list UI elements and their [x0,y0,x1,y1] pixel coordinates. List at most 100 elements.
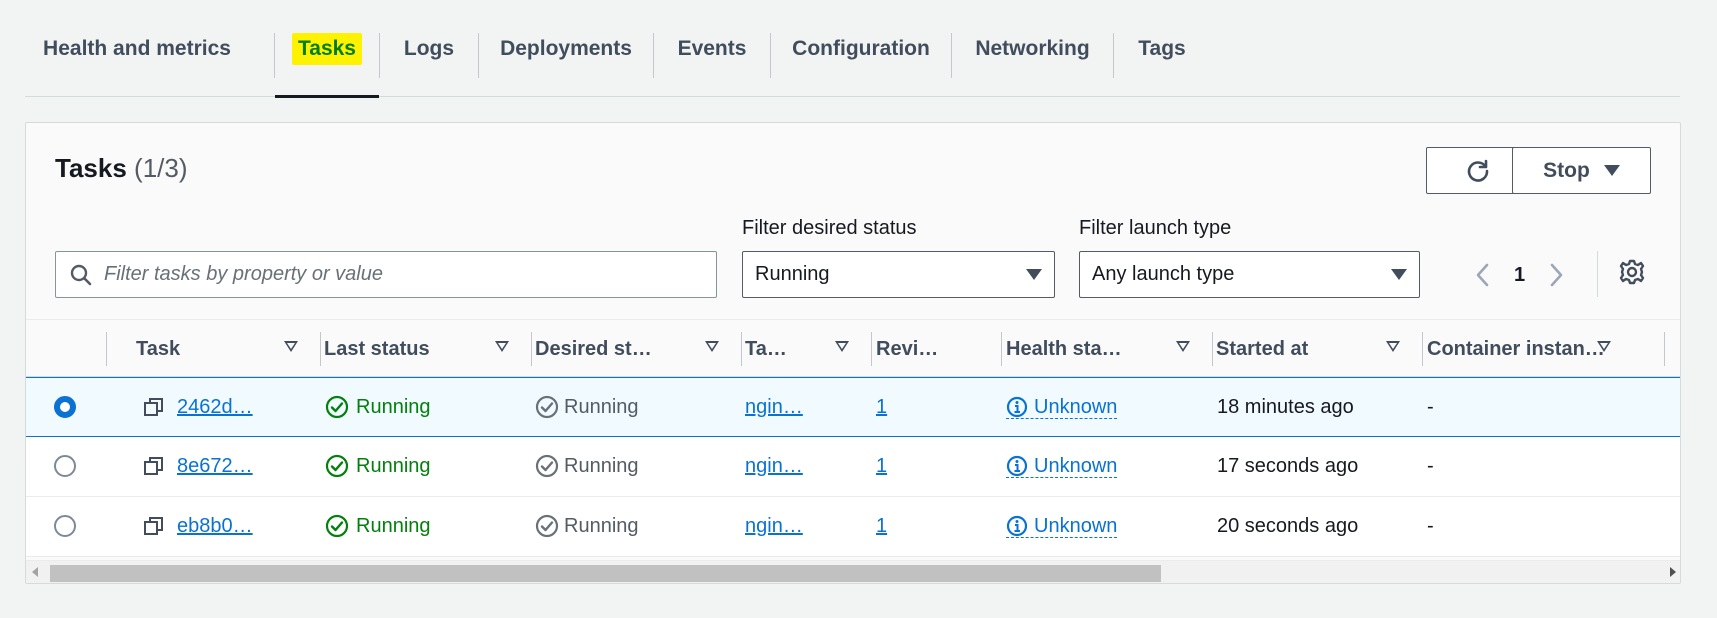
started-at-text: 18 minutes ago [1217,395,1354,418]
filter-launch-select[interactable]: Any launch type [1079,251,1420,298]
column-divider [106,332,107,366]
revision-link[interactable]: 1 [876,455,887,478]
filter-status-select[interactable]: Running [742,251,1055,298]
panel-title-count: (1/3) [134,153,188,183]
column-header-health-status[interactable]: Health sta… [1006,320,1212,378]
tab-configuration[interactable]: Configuration [771,0,951,97]
task-definition-link[interactable]: ngin… [745,396,803,419]
horizontal-scrollbar[interactable] [26,560,1680,583]
table-row[interactable]: 8e672… Running Running ngin… 1 Unknown 1… [26,437,1680,497]
filter-launch-label: Filter launch type [1079,217,1232,239]
column-header-started-at[interactable]: Started at [1216,320,1422,378]
filter-status-label: Filter desired status [742,217,917,239]
health-status-popover[interactable]: Unknown [1006,455,1118,478]
chevron-right-icon[interactable] [1547,262,1565,288]
column-header-revision[interactable]: Revi… [876,320,1001,378]
health-status-popover[interactable]: Unknown [1006,395,1118,419]
tab-deployments[interactable]: Deployments [479,0,653,97]
tab-label: Configuration [792,36,930,60]
tasks-panel: Tasks (1/3) Stop Filter desired status R… [25,122,1681,584]
scrollbar-thumb[interactable] [50,565,1161,582]
column-header-task[interactable]: Task [136,320,320,378]
tab-label: Tags [1138,36,1186,60]
container-instance-text: - [1427,454,1434,477]
tab-networking[interactable]: Networking [952,0,1113,97]
revision-cell: 1 [876,378,887,436]
row-select-radio[interactable] [54,396,76,418]
column-divider [741,332,742,366]
column-header-desired-status[interactable]: Desired st… [535,320,741,378]
revision-cell: 1 [876,497,887,555]
column-divider [1664,332,1665,366]
task-cell: eb8b0… [143,497,253,555]
search-icon [70,264,92,285]
page-number[interactable]: 1 [1514,264,1525,287]
tab-bar: Health and metrics Tasks Logs Deployment… [25,0,1680,98]
caret-down-icon [1026,269,1042,280]
check-circle-outline-icon [535,395,559,419]
column-label: Revi… [876,337,939,360]
tab-label: Events [677,36,747,60]
gear-icon[interactable] [1617,257,1647,287]
table-row[interactable]: eb8b0… Running Running ngin… 1 Unknown 2… [26,497,1680,557]
copy-icon[interactable] [143,396,165,418]
info-icon [1006,455,1028,476]
sort-icon [705,341,719,352]
tab-events[interactable]: Events [654,0,770,97]
table-row[interactable]: 2462d… Running Running ngin… 1 Unknown 1… [26,377,1680,437]
task-id-link[interactable]: 2462d… [177,396,253,419]
started-at-cell: 18 minutes ago [1217,378,1354,436]
column-label: Desired st… [535,337,652,360]
sort-icon [495,341,509,352]
column-header-last-status[interactable]: Last status [324,320,531,378]
container-instance-text: - [1427,395,1434,418]
scroll-left-arrow[interactable] [32,567,38,577]
task-id-link[interactable]: 8e672… [177,455,253,478]
chevron-left-icon[interactable] [1474,262,1492,288]
check-circle-outline-icon [535,514,559,538]
desired-status-cell: Running [535,378,639,436]
last-status-text: Running [356,454,431,477]
column-divider [1001,332,1002,366]
task-cell: 2462d… [143,378,253,436]
column-header-container-instance[interactable]: Container instan… [1427,320,1633,378]
column-divider [871,332,872,366]
column-label: Started at [1216,337,1309,360]
caret-down-icon [1391,269,1407,280]
tab-logs[interactable]: Logs [380,0,478,97]
row-select-radio[interactable] [54,515,76,537]
stop-button-label: Stop [1543,158,1590,182]
task-definition-cell: ngin… [745,437,803,495]
health-status-text: Unknown [1034,395,1118,418]
column-divider [531,332,532,366]
revision-link[interactable]: 1 [876,396,887,419]
revision-link[interactable]: 1 [876,515,887,538]
column-divider [1212,332,1213,366]
health-status-popover[interactable]: Unknown [1006,515,1118,538]
copy-icon[interactable] [143,455,165,477]
tab-tasks[interactable]: Tasks [275,0,379,98]
copy-icon[interactable] [143,515,165,537]
last-status-text: Running [356,514,431,537]
search-field[interactable] [55,251,717,298]
row-select-radio[interactable] [54,455,76,477]
column-header-task-definition[interactable]: Ta… [745,320,871,378]
check-circle-icon [325,395,349,419]
desired-status-cell: Running [535,437,639,495]
tab-tags[interactable]: Tags [1114,0,1210,97]
tab-health-and-metrics[interactable]: Health and metrics [25,0,249,97]
stop-dropdown-button[interactable]: Stop [1512,147,1651,194]
task-definition-cell: ngin… [745,497,803,555]
task-definition-link[interactable]: ngin… [745,455,803,478]
started-at-cell: 20 seconds ago [1217,497,1358,555]
search-input[interactable] [104,263,694,286]
pagination: 1 [1474,253,1565,297]
scroll-right-arrow[interactable] [1670,567,1676,577]
column-label: Health sta… [1006,337,1122,360]
info-icon [1006,396,1028,417]
task-definition-link[interactable]: ngin… [745,515,803,538]
container-instance-cell: - [1427,497,1434,555]
tab-label: Tasks [292,32,362,65]
last-status-cell: Running [325,497,431,555]
task-id-link[interactable]: eb8b0… [177,515,253,538]
